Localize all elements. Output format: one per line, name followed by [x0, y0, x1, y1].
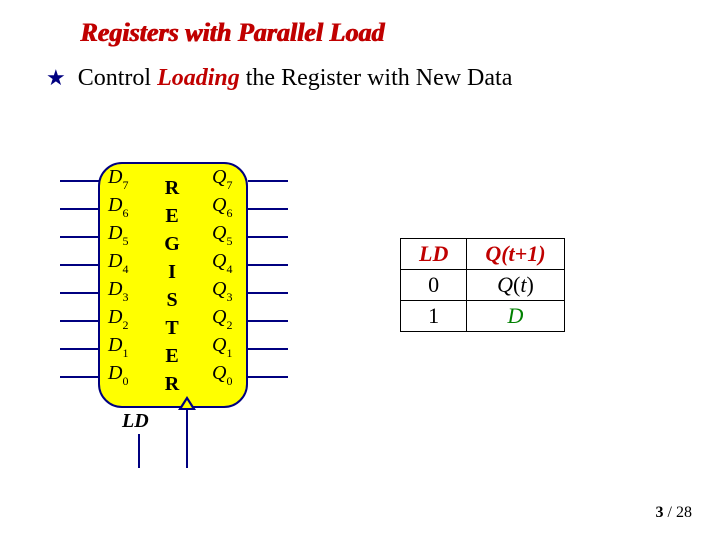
- d5-wire: [60, 236, 98, 238]
- q6-wire: [248, 208, 288, 210]
- page-sep: /: [664, 504, 676, 521]
- ld-wire: [138, 434, 140, 468]
- cell-ld0: 0: [401, 270, 467, 301]
- table-row: 1 D: [401, 301, 565, 332]
- truth-table: LD Q(t+1) 0 Q(t) 1 D: [400, 238, 565, 332]
- clock-icon-inner: [182, 400, 192, 408]
- q0-label: Q0: [212, 362, 232, 388]
- q6-label: Q6: [212, 194, 232, 220]
- bullet-pre: Control: [78, 65, 157, 91]
- ld-label: LD: [122, 410, 149, 433]
- d5-label: D5: [108, 222, 128, 248]
- d7-label: D7: [108, 166, 128, 192]
- q1-label: Q1: [212, 334, 232, 360]
- bullet-post: the Register with New Data: [240, 65, 513, 91]
- q7-wire: [248, 180, 288, 182]
- d1-wire: [60, 348, 98, 350]
- cell-ld1: 1: [401, 301, 467, 332]
- page-total: 28: [676, 504, 692, 521]
- d7-wire: [60, 180, 100, 182]
- d0-wire: [60, 376, 100, 378]
- d2-label: D2: [108, 306, 128, 332]
- q1-wire: [248, 348, 288, 350]
- cell-q1: D: [467, 301, 564, 332]
- q4-wire: [248, 264, 288, 266]
- d4-label: D4: [108, 250, 128, 276]
- th-ld: LD: [401, 239, 467, 270]
- d6-label: D6: [108, 194, 128, 220]
- d3-wire: [60, 292, 98, 294]
- q2-label: Q2: [212, 306, 232, 332]
- bullet-loading: Loading: [157, 65, 240, 91]
- q5-wire: [248, 236, 288, 238]
- d1-label: D1: [108, 334, 128, 360]
- q3-label: Q3: [212, 278, 232, 304]
- q0-wire: [248, 376, 288, 378]
- d2-wire: [60, 320, 98, 322]
- q7-label: Q7: [212, 166, 232, 192]
- page-current: 3: [656, 504, 664, 521]
- bullet-text: Control Loading the Register with New Da…: [78, 65, 513, 91]
- d6-wire: [60, 208, 98, 210]
- q2-wire: [248, 320, 288, 322]
- cell-q0: Q(t): [467, 270, 564, 301]
- bullet-line: ★ Control Loading the Register with New …: [46, 64, 512, 92]
- d3-label: D3: [108, 278, 128, 304]
- q4-label: Q4: [212, 250, 232, 276]
- q3-wire: [248, 292, 288, 294]
- table-row: 0 Q(t): [401, 270, 565, 301]
- clk-wire: [186, 410, 188, 468]
- q5-label: Q5: [212, 222, 232, 248]
- page-number: 3 / 28: [656, 504, 692, 522]
- d4-wire: [60, 264, 98, 266]
- page-title: Registers with Parallel Load: [80, 18, 384, 48]
- d0-label: D0: [108, 362, 128, 388]
- th-q: Q(t+1): [467, 239, 564, 270]
- table-header: LD Q(t+1): [401, 239, 565, 270]
- star-icon: ★: [46, 65, 66, 91]
- register-diagram: R E G I S T E R D7 D6 D5 D4 D3 D2 D1 D0 …: [60, 150, 320, 490]
